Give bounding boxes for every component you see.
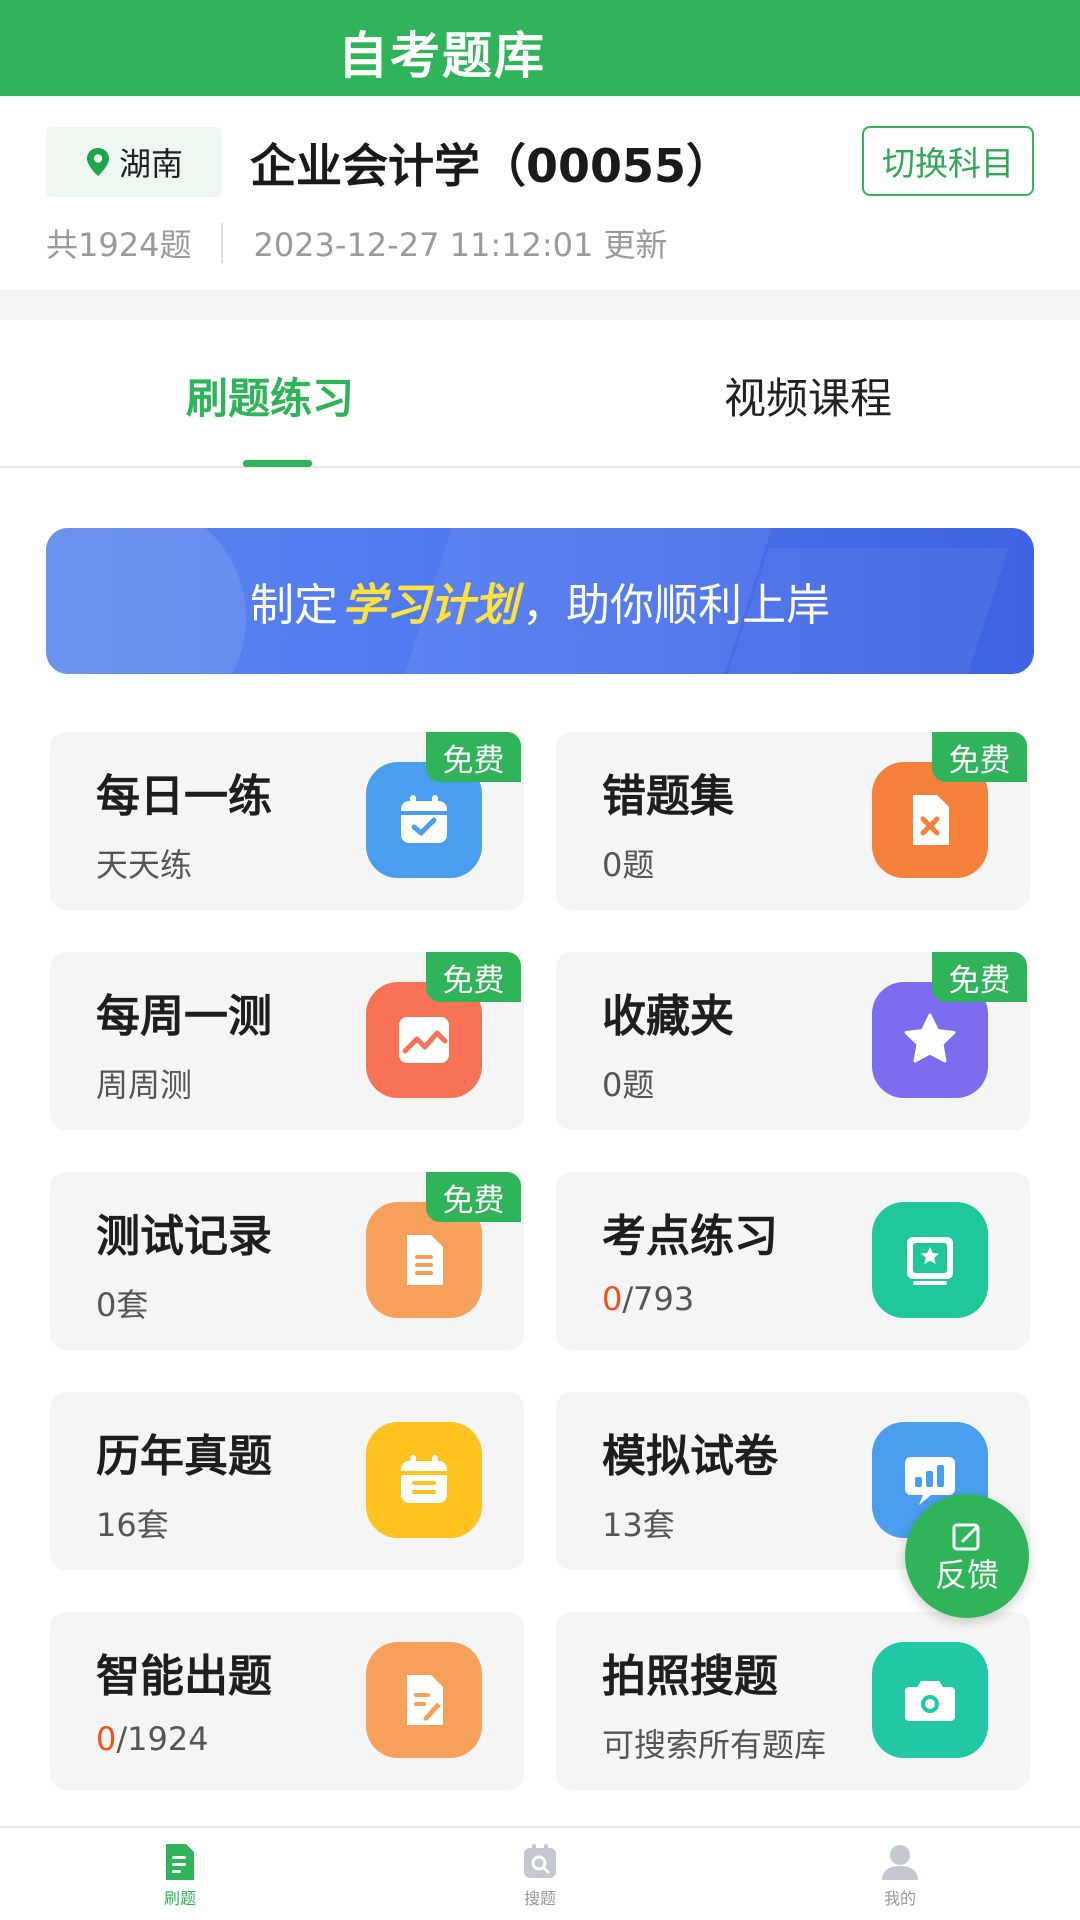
card-title: 错题集 (602, 771, 734, 822)
card-smart-questions[interactable]: 智能出题 0/1924 (50, 1612, 524, 1790)
progress-total: /793 (622, 1280, 695, 1318)
card-title: 智能出题 (96, 1651, 272, 1702)
card-subtitle: 可搜索所有题库 (602, 1726, 827, 1764)
progress-done: 0 (96, 1720, 117, 1758)
free-badge: 免费 (932, 952, 1027, 1002)
card-title: 每日一练 (96, 771, 272, 822)
card-subtitle: 16套 (96, 1506, 169, 1544)
feedback-button[interactable]: 反馈 (905, 1494, 1029, 1618)
camera-icon (872, 1642, 988, 1758)
card-subtitle: 0套 (96, 1286, 149, 1324)
nav-label: 搜题 (523, 1889, 556, 1908)
card-title: 考点练习 (602, 1211, 778, 1262)
free-badge: 免费 (426, 952, 521, 1002)
card-key-points[interactable]: 考点练习 0/793 (556, 1172, 1030, 1350)
card-title: 测试记录 (96, 1211, 272, 1262)
card-subtitle: 0题 (602, 846, 655, 884)
practice-doc-icon (166, 1844, 194, 1880)
user-icon (882, 1845, 918, 1880)
feature-grid: 每日一练 天天练 免费 错题集 0题 免费 每周一测 周周测 免费 收藏夹 0题… (0, 0, 1080, 1920)
card-daily-practice[interactable]: 每日一练 天天练 免费 (50, 732, 524, 910)
card-title: 拍照搜题 (602, 1651, 778, 1702)
card-title: 历年真题 (96, 1431, 272, 1482)
nav-label: 刷题 (163, 1889, 196, 1908)
card-test-records[interactable]: 测试记录 0套 免费 (50, 1172, 524, 1350)
edit-icon (952, 1523, 980, 1551)
free-badge: 免费 (426, 1172, 521, 1222)
exam-calendar-icon (366, 1422, 482, 1538)
card-subtitle: 天天练 (96, 846, 193, 884)
progress-done: 0 (602, 1280, 623, 1318)
nav-search[interactable]: 搜题 (480, 1842, 600, 1909)
free-badge: 免费 (426, 732, 521, 782)
card-photo-search[interactable]: 拍照搜题 可搜索所有题库 (556, 1612, 1030, 1790)
card-subtitle: 0题 (602, 1066, 655, 1104)
nav-label: 我的 (883, 1889, 916, 1908)
card-favorites[interactable]: 收藏夹 0题 免费 (556, 952, 1030, 1130)
card-past-exams[interactable]: 历年真题 16套 (50, 1392, 524, 1570)
bottom-nav: 刷题 搜题 我的 (0, 1826, 1080, 1920)
progress-total: /1924 (116, 1720, 209, 1758)
card-progress: 0/1924 (96, 1720, 209, 1758)
nav-profile[interactable]: 我的 (840, 1842, 960, 1909)
card-weekly-test[interactable]: 每周一测 周周测 免费 (50, 952, 524, 1130)
card-subtitle: 周周测 (96, 1066, 193, 1104)
card-title: 收藏夹 (602, 991, 734, 1042)
card-title: 模拟试卷 (602, 1431, 778, 1482)
star-board-icon (872, 1202, 988, 1318)
card-subtitle: 13套 (602, 1506, 675, 1544)
card-progress: 0/793 (602, 1280, 694, 1318)
nav-practice[interactable]: 刷题 (120, 1842, 240, 1909)
card-title: 每周一测 (96, 991, 272, 1042)
edit-doc-icon (366, 1642, 482, 1758)
card-wrong-questions[interactable]: 错题集 0题 免费 (556, 732, 1030, 910)
free-badge: 免费 (932, 732, 1027, 782)
feedback-label: 反馈 (934, 1556, 999, 1594)
search-icon (524, 1844, 556, 1878)
